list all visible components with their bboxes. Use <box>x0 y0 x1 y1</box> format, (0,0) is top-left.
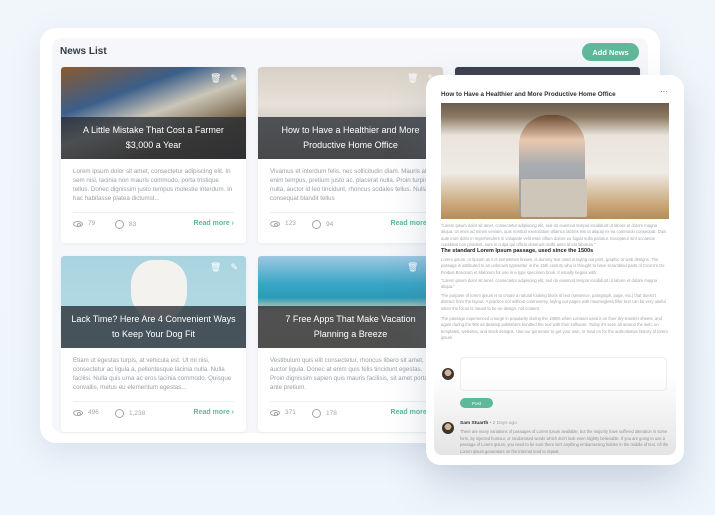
more-options-icon[interactable]: ··· <box>660 87 668 96</box>
divider <box>270 212 431 213</box>
post-button[interactable]: Post <box>460 398 493 408</box>
divider <box>73 212 234 213</box>
news-title[interactable]: A Little Mistake That Cost a Farmer $3,0… <box>61 117 246 159</box>
edit-icon[interactable]: ✎ <box>230 262 238 272</box>
news-title[interactable]: 7 Free Apps That Make Vacation Planning … <box>258 306 443 348</box>
card-meta: 371 178 Read more › <box>270 409 431 423</box>
news-card[interactable]: 🗑 ✎ A Little Mistake That Cost a Farmer … <box>61 67 246 243</box>
eye-icon <box>73 409 83 416</box>
news-card[interactable]: 🗑 ✎ Lack Time? Here Are 4 Convenient Way… <box>61 256 246 432</box>
detail-heading: The standard Lorem Ipsum passage, used s… <box>441 248 594 254</box>
eye-icon <box>73 220 83 227</box>
read-more-link[interactable]: Read more › <box>194 409 234 416</box>
read-more-link[interactable]: Read more › <box>391 220 431 227</box>
add-news-button[interactable]: Add News <box>582 43 639 61</box>
view-count: 496 <box>88 409 99 416</box>
comment-count: 83 <box>129 221 137 228</box>
news-title[interactable]: How to Have a Healthier and More Product… <box>258 117 443 159</box>
card-meta: 79 83 Read more › <box>73 220 234 234</box>
detail-paragraph: Lorem ipsum, or lipsum as it is sometime… <box>441 257 665 275</box>
trash-icon[interactable]: 🗑 <box>210 73 221 83</box>
read-more-link[interactable]: Read more › <box>194 220 234 227</box>
news-card[interactable]: 🗑 ✎ 7 Free Apps That Make Vacation Plann… <box>258 256 443 432</box>
view-count: 123 <box>285 220 296 227</box>
card-meta: 496 1,238 Read more › <box>73 409 234 423</box>
comment-icon <box>115 220 124 229</box>
trash-icon[interactable]: 🗑 <box>210 262 221 272</box>
read-more-link[interactable]: Read more › <box>391 409 431 416</box>
commenter-avatar <box>442 422 454 434</box>
detail-title: How to Have a Healthier and More Product… <box>441 91 616 98</box>
detail-paragraph: "Lorem ipsum dolor sit amet, consectetur… <box>441 223 667 247</box>
comment-icon <box>115 409 124 418</box>
view-count: 371 <box>285 409 296 416</box>
comment-icon <box>312 220 321 229</box>
edit-icon[interactable]: ✎ <box>230 73 238 83</box>
card-actions: 🗑 ✎ <box>210 262 238 272</box>
trash-icon[interactable]: 🗑 <box>407 73 418 83</box>
divider <box>73 401 234 402</box>
comment-count: 94 <box>326 221 334 228</box>
view-count: 79 <box>88 220 96 227</box>
comment-icon <box>312 409 321 418</box>
eye-icon <box>270 220 280 227</box>
detail-paragraph: The purpose of lorem ipsum is to create … <box>441 293 666 311</box>
news-title[interactable]: Lack Time? Here Are 4 Convenient Ways to… <box>61 306 246 348</box>
news-excerpt: Vestibulum quis elit consectetur, rhoncu… <box>270 357 428 391</box>
trash-icon[interactable]: 🗑 <box>407 262 418 272</box>
news-excerpt: Lorem ipsum dolor sit amet, consectetur … <box>73 168 233 202</box>
comment-author: Sam Stuarth • 2 Days ago <box>460 421 517 426</box>
detail-image <box>441 103 669 219</box>
detail-paragraph: The passage experienced a surge in popul… <box>441 316 668 340</box>
eye-icon <box>270 409 280 416</box>
page-title: News List <box>60 46 107 57</box>
card-meta: 123 94 Read more › <box>270 220 431 234</box>
card-actions: 🗑 ✎ <box>210 73 238 83</box>
comment-text: There are many variations of passages of… <box>460 429 669 454</box>
comment-time: • 2 Days ago <box>489 421 517 426</box>
comment-count: 178 <box>326 410 337 417</box>
news-excerpt: Vivamus et interdum felis, nec sollicitu… <box>270 168 428 202</box>
news-card[interactable]: 🗑 ✎ How to Have a Healthier and More Pro… <box>258 67 443 243</box>
comment-count: 1,238 <box>129 410 146 417</box>
news-detail-panel: How to Have a Healthier and More Product… <box>426 75 684 465</box>
image-laptop <box>521 179 587 217</box>
news-excerpt: Etiam ut egestas turpis, at vehicula est… <box>73 357 232 391</box>
divider <box>270 401 431 402</box>
detail-paragraph: "Lorem ipsum dolor sit amet, consectetur… <box>441 278 658 290</box>
